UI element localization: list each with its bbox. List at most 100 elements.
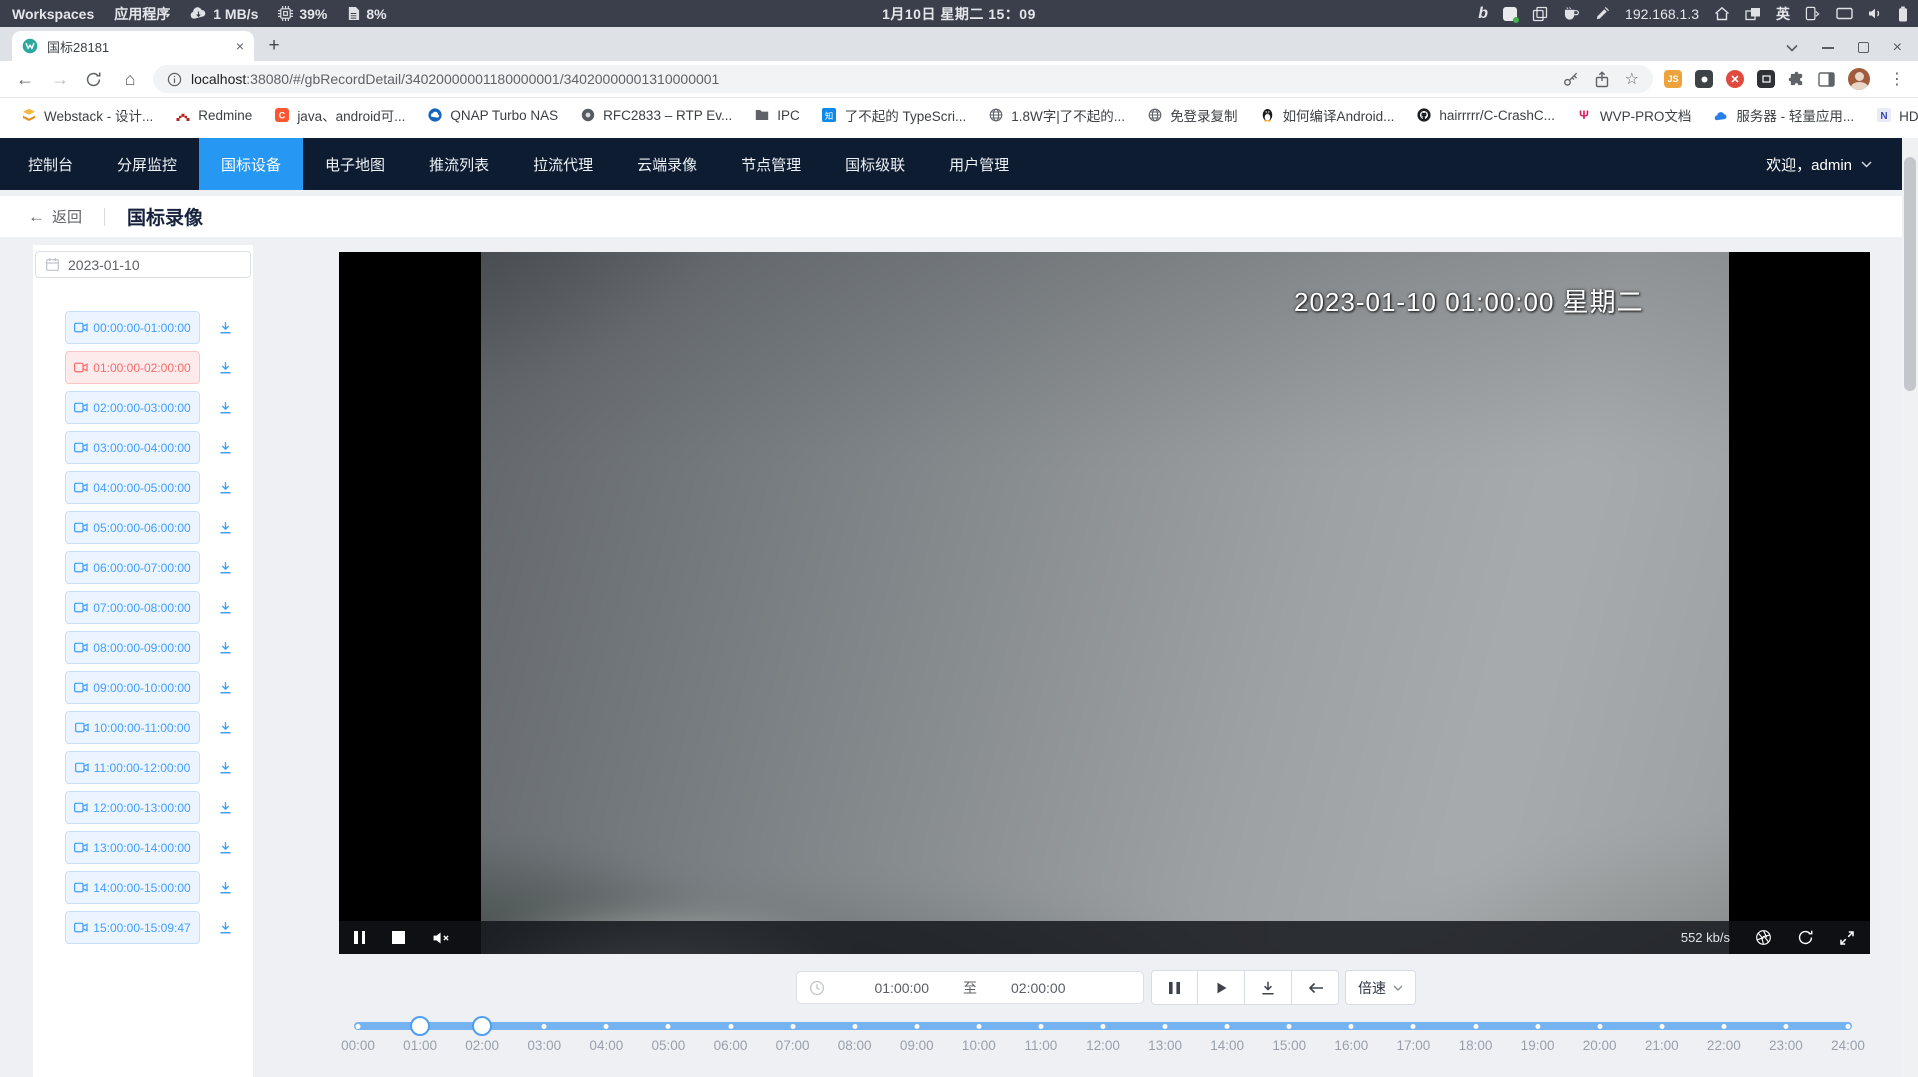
screenshot-tray-icon[interactable] bbox=[1805, 6, 1821, 21]
input-method-indicator[interactable]: 英 bbox=[1776, 4, 1790, 24]
nav-tab-5[interactable]: 推流列表 bbox=[407, 138, 511, 190]
record-download-icon[interactable] bbox=[218, 880, 233, 895]
mute-icon[interactable] bbox=[432, 931, 451, 945]
notes-tray-icon[interactable] bbox=[1503, 7, 1517, 21]
record-item[interactable]: 11:00:00-12:00:00 bbox=[65, 751, 200, 784]
maximize-button[interactable] bbox=[1858, 42, 1869, 53]
new-tab-button[interactable]: + bbox=[260, 32, 288, 60]
record-download-icon[interactable] bbox=[218, 760, 233, 775]
fullscreen-icon[interactable] bbox=[1839, 930, 1855, 946]
workspaces-button[interactable]: Workspaces bbox=[12, 6, 94, 22]
browser-home-icon[interactable]: ⌂ bbox=[120, 69, 140, 90]
record-item[interactable]: 12:00:00-13:00:00 bbox=[65, 791, 200, 824]
nav-tab-4[interactable]: 电子地图 bbox=[303, 138, 407, 190]
bookmark-item[interactable]: Webstack - 设计... bbox=[10, 102, 164, 128]
bookmark-item[interactable]: QNAP Turbo NAS bbox=[416, 102, 569, 128]
timeline-handle[interactable] bbox=[410, 1016, 430, 1036]
player-pause-icon[interactable] bbox=[354, 931, 365, 944]
nav-tab-1[interactable]: 控制台 bbox=[6, 138, 95, 190]
bookmark-star-icon[interactable]: ☆ bbox=[1625, 69, 1639, 89]
record-item[interactable]: 13:00:00-14:00:00 bbox=[65, 831, 200, 864]
record-item[interactable]: 08:00:00-09:00:00 bbox=[65, 631, 200, 664]
browser-back-icon[interactable]: ← bbox=[15, 69, 35, 90]
clipboard-tray-icon[interactable] bbox=[1532, 6, 1548, 22]
extension-badge-icon[interactable] bbox=[1695, 70, 1713, 88]
timeline[interactable]: 00:0001:0002:0003:0004:0005:0006:0007:00… bbox=[0, 1014, 1918, 1074]
display-tray-icon[interactable] bbox=[1836, 7, 1853, 20]
pause-button[interactable] bbox=[1151, 970, 1198, 1005]
nav-tab-6[interactable]: 拉流代理 bbox=[511, 138, 615, 190]
bookmark-item[interactable]: 知了不起的 TypeScri... bbox=[811, 102, 978, 128]
bookmark-item[interactable]: 1.8W字|了不起的... bbox=[977, 102, 1136, 128]
extension-red-icon[interactable] bbox=[1726, 70, 1744, 88]
windows-tray-icon[interactable] bbox=[1745, 7, 1761, 21]
bing-tray-icon[interactable]: b bbox=[1478, 5, 1488, 23]
speed-dropdown[interactable]: 倍速 bbox=[1345, 970, 1416, 1005]
record-download-icon[interactable] bbox=[218, 800, 233, 815]
record-item[interactable]: 14:00:00-15:00:00 bbox=[65, 871, 200, 904]
back-button[interactable]: ← 返回 bbox=[28, 206, 82, 227]
snapshot-aperture-icon[interactable] bbox=[1755, 929, 1772, 946]
applications-menu[interactable]: 应用程序 bbox=[114, 4, 170, 24]
password-key-icon[interactable] bbox=[1562, 71, 1579, 88]
extension-dark-icon[interactable] bbox=[1757, 70, 1775, 88]
browser-forward-icon[interactable]: → bbox=[50, 69, 70, 90]
bookmark-item[interactable]: ΨWVP-PRO文档 bbox=[1566, 102, 1703, 128]
tab-search-icon[interactable] bbox=[1786, 44, 1798, 52]
home-tray-icon[interactable] bbox=[1714, 6, 1730, 21]
coffee-tray-icon[interactable] bbox=[1563, 6, 1580, 21]
address-bar[interactable]: localhost:38080/#/gbRecordDetail/3402000… bbox=[153, 65, 1653, 93]
nav-tab-7[interactable]: 云端录像 bbox=[615, 138, 719, 190]
bookmark-item[interactable]: Redmine bbox=[164, 102, 263, 128]
record-download-icon[interactable] bbox=[218, 440, 233, 455]
bookmark-item[interactable]: 服务器 - 轻量应用... bbox=[1702, 102, 1865, 128]
record-item[interactable]: 00:00:00-01:00:00 bbox=[65, 311, 200, 344]
record-item[interactable]: 07:00:00-08:00:00 bbox=[65, 591, 200, 624]
bookmark-item[interactable]: IPC bbox=[743, 102, 811, 128]
record-item[interactable]: 10:00:00-11:00:00 bbox=[65, 711, 200, 744]
record-download-icon[interactable] bbox=[218, 320, 233, 335]
scrollbar-thumb[interactable] bbox=[1904, 157, 1916, 391]
record-item[interactable]: 01:00:00-02:00:00 bbox=[65, 351, 200, 384]
page-scrollbar[interactable] bbox=[1902, 138, 1918, 1077]
end-time[interactable]: 02:00:00 bbox=[1011, 980, 1066, 996]
record-download-icon[interactable] bbox=[218, 720, 233, 735]
bookmark-item[interactable]: NHDAtmos :: 种子 *... bbox=[1865, 102, 1918, 128]
record-download-icon[interactable] bbox=[218, 480, 233, 495]
record-download-icon[interactable] bbox=[218, 680, 233, 695]
browser-tab[interactable]: 国标28181 × bbox=[12, 31, 254, 61]
nav-tab-8[interactable]: 节点管理 bbox=[719, 138, 823, 190]
record-download-icon[interactable] bbox=[218, 400, 233, 415]
clock[interactable]: 1月10日 星期二 15：09 bbox=[882, 4, 1036, 24]
extensions-puzzle-icon[interactable] bbox=[1788, 71, 1805, 88]
minimize-button[interactable] bbox=[1822, 47, 1834, 49]
battery-tray-icon[interactable] bbox=[1898, 6, 1908, 22]
record-download-icon[interactable] bbox=[218, 360, 233, 375]
ip-address[interactable]: 192.168.1.3 bbox=[1625, 6, 1699, 22]
record-item[interactable]: 09:00:00-10:00:00 bbox=[65, 671, 200, 704]
nav-tab-2[interactable]: 分屏监控 bbox=[95, 138, 199, 190]
record-download-icon[interactable] bbox=[218, 920, 233, 935]
nav-tab-10[interactable]: 用户管理 bbox=[927, 138, 1031, 190]
record-download-icon[interactable] bbox=[218, 840, 233, 855]
player-stop-icon[interactable] bbox=[392, 931, 405, 944]
start-time[interactable]: 01:00:00 bbox=[875, 980, 930, 996]
record-item[interactable]: 05:00:00-06:00:00 bbox=[65, 511, 200, 544]
bookmark-item[interactable]: 免登录复制 bbox=[1136, 102, 1249, 128]
refresh-icon[interactable] bbox=[1797, 929, 1814, 946]
download-button[interactable] bbox=[1245, 970, 1292, 1005]
bookmark-item[interactable]: hairrrrr/C-CrashC... bbox=[1405, 102, 1566, 128]
record-download-icon[interactable] bbox=[218, 520, 233, 535]
color-picker-tray-icon[interactable] bbox=[1595, 6, 1610, 21]
share-icon[interactable] bbox=[1594, 71, 1610, 88]
nav-tab-9[interactable]: 国标级联 bbox=[823, 138, 927, 190]
extension-js-icon[interactable]: JS bbox=[1664, 70, 1682, 88]
record-item[interactable]: 06:00:00-07:00:00 bbox=[65, 551, 200, 584]
tab-close-icon[interactable]: × bbox=[236, 38, 244, 54]
profile-avatar[interactable] bbox=[1848, 68, 1870, 90]
video-player[interactable]: 2023-01-10 01:00:00 星期二 552 kb/s bbox=[339, 252, 1870, 954]
volume-tray-icon[interactable] bbox=[1868, 7, 1883, 20]
bookmark-item[interactable]: 如何编译Android... bbox=[1249, 102, 1406, 128]
record-item[interactable]: 04:00:00-05:00:00 bbox=[65, 471, 200, 504]
record-download-icon[interactable] bbox=[218, 640, 233, 655]
